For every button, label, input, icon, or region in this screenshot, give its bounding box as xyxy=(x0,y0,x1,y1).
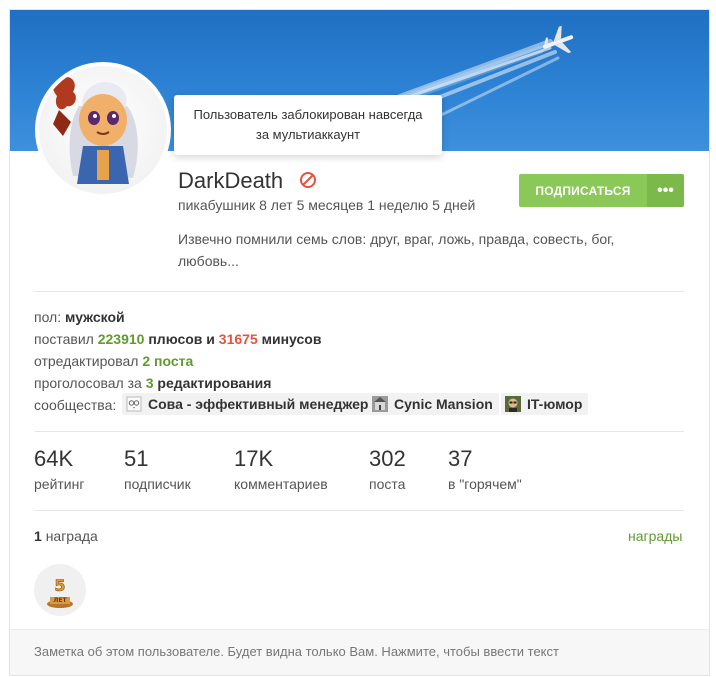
divider xyxy=(34,431,684,432)
stat-label: поста xyxy=(369,476,406,492)
awards-count-value: 1 xyxy=(34,528,42,544)
voted-prefix: проголосовал за xyxy=(34,375,142,391)
voted-word: редактирования xyxy=(157,375,272,391)
community-cynic-mansion-label: Cynic Mansion xyxy=(394,396,493,412)
stat-rating: 64K рейтинг xyxy=(34,446,84,492)
community-owl-label: Сова - эффективный менеджер xyxy=(148,396,369,412)
avatar-character-image xyxy=(52,77,138,184)
ban-icon[interactable] xyxy=(298,170,318,190)
minus-word: минусов xyxy=(261,331,322,347)
stat-value: 37 xyxy=(448,446,473,471)
divider xyxy=(34,291,684,292)
avatar[interactable] xyxy=(35,62,171,198)
voted-count: 3 xyxy=(145,375,154,391)
stat-label: подписчик xyxy=(124,476,191,492)
gender-line: пол: мужской xyxy=(34,309,125,325)
user-note-field[interactable]: Заметка об этом пользователе. Будет видн… xyxy=(10,629,709,675)
community-it-humor-label: IT-юмор xyxy=(527,396,583,412)
minus-count: 31675 xyxy=(218,331,258,347)
votes-line: поставил 223910 плюсов и 31675 минусов xyxy=(34,331,321,347)
edited-prefix: отредактировал xyxy=(34,353,139,369)
more-options-button[interactable]: ••• xyxy=(647,174,684,207)
votes-prefix: поставил xyxy=(34,331,94,347)
tooltip-line-2: за мультиаккаунт xyxy=(255,127,361,142)
stat-label: в "горячем" xyxy=(448,476,522,492)
community-it-humor[interactable]: IT-юмор xyxy=(501,393,589,415)
award-badge-sub: ЛЕТ xyxy=(53,597,67,604)
stat-label: комментариев xyxy=(234,476,328,492)
stat-value: 17K xyxy=(234,446,274,471)
mansion-icon xyxy=(372,396,388,412)
awards-count-word: награда xyxy=(45,528,98,544)
voted-line: проголосовал за 3 редактирования xyxy=(34,375,271,391)
stat-label: рейтинг xyxy=(34,476,85,492)
gender-value: мужской xyxy=(65,309,125,325)
awards-count: 1 награда xyxy=(34,528,98,544)
stat-posts[interactable]: 302 поста xyxy=(369,446,406,492)
stat-hot[interactable]: 37 в "горячем" xyxy=(448,446,522,492)
it-humor-icon xyxy=(505,396,521,412)
owl-icon xyxy=(126,396,142,412)
edited-line: отредактировал 2 поста xyxy=(34,353,193,369)
stat-comments[interactable]: 17K комментариев xyxy=(234,446,328,492)
stat-subscribers[interactable]: 51 подписчик xyxy=(124,446,191,492)
gender-label: пол: xyxy=(34,309,62,325)
profile-about: Извечно помнили семь слов: друг, враг, л… xyxy=(178,231,615,269)
plus-count: 223910 xyxy=(97,331,145,347)
community-owl[interactable]: Сова - эффективный менеджер xyxy=(122,393,375,415)
community-cynic-mansion[interactable]: Cynic Mansion xyxy=(368,393,499,415)
edited-posts-link[interactable]: 2 поста xyxy=(142,353,193,369)
plus-word: плюсов и xyxy=(148,331,215,347)
stat-value: 64K xyxy=(34,446,74,471)
award-badge-number: 5 xyxy=(54,576,65,595)
communities-label: сообщества: xyxy=(34,397,117,413)
divider xyxy=(34,510,684,511)
subscribe-button[interactable]: ПОДПИСАТЬСЯ xyxy=(519,174,647,207)
stat-value: 51 xyxy=(124,446,149,471)
award-5-years-badge[interactable]: 5 ЛЕТ xyxy=(34,564,86,616)
profile-tenure: пикабушник 8 лет 5 месяцев 1 неделю 5 дн… xyxy=(178,197,476,213)
profile-card: Пользователь заблокирован навсегда за му… xyxy=(9,9,710,676)
tooltip-line-1: Пользователь заблокирован навсегда xyxy=(193,107,423,122)
awards-link[interactable]: награды xyxy=(628,528,682,544)
stat-value: 302 xyxy=(369,446,406,471)
ban-tooltip: Пользователь заблокирован навсегда за му… xyxy=(174,95,442,155)
profile-name: DarkDeath xyxy=(178,168,284,193)
